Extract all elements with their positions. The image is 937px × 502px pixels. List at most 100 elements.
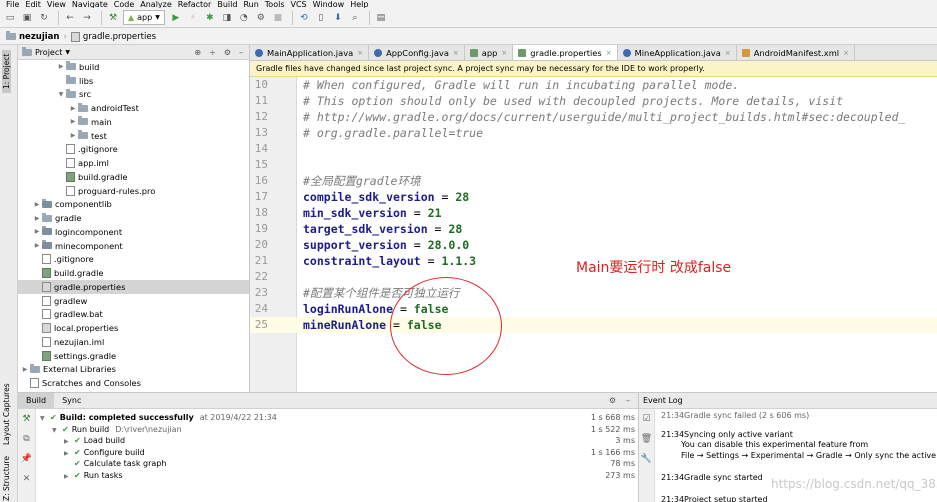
close-icon[interactable]: × — [501, 49, 507, 57]
profile-icon[interactable]: ◔ — [237, 11, 251, 25]
chevron-right-icon[interactable]: ▶ — [68, 105, 78, 112]
tree-item[interactable]: proguard-rules.pro — [18, 184, 249, 198]
build-tree-row[interactable]: ▶ ✔ Load build 3 ms — [36, 435, 639, 447]
wrench-icon[interactable]: 🔧 — [639, 449, 654, 469]
sync-icon[interactable]: ↻ — [37, 11, 51, 25]
chevron-right-icon[interactable]: ▶ — [32, 201, 42, 208]
tree-item[interactable]: build.gradle — [18, 266, 249, 280]
save-icon[interactable]: ▣ — [20, 11, 34, 25]
editor-tab[interactable]: AppConfig.java × — [369, 45, 465, 60]
menu-item-analyze[interactable]: Analyze — [140, 1, 172, 9]
tab-sync[interactable]: Sync — [54, 393, 89, 409]
pin-icon[interactable]: 📌 — [18, 449, 35, 469]
chevron-right-icon[interactable]: ▶ — [56, 63, 66, 70]
tree-item[interactable]: ▶ minecomponent — [18, 239, 249, 253]
hide-panel-icon[interactable]: – — [626, 396, 630, 405]
attach-debugger-icon[interactable]: ⚙ — [254, 11, 268, 25]
project-tool-tab[interactable]: 1: Project — [2, 49, 11, 93]
tree-item[interactable]: libs — [18, 74, 249, 88]
editor-tab[interactable]: app × — [465, 45, 514, 60]
chevron-right-icon[interactable]: ▶ — [68, 118, 78, 125]
code-editor[interactable]: 10 # When configured, Gradle will run in … — [250, 77, 937, 392]
tree-item[interactable]: settings.gradle — [18, 349, 249, 363]
build-tree-row[interactable]: ▼ ✔ Build: completed successfully at 2019/4… — [36, 412, 639, 424]
menu-item-navigate[interactable]: Navigate — [72, 1, 108, 9]
sdk-manager-icon[interactable]: ⬇ — [331, 11, 345, 25]
close-icon[interactable]: × — [357, 49, 363, 57]
menu-item-run[interactable]: Run — [243, 1, 258, 9]
gradle-sync-icon[interactable]: ⟲ — [297, 11, 311, 25]
run-icon[interactable]: ▶ — [169, 11, 183, 25]
tree-item[interactable]: gradle.properties — [18, 280, 249, 294]
tree-item[interactable]: gradlew.bat — [18, 308, 249, 322]
tree-item[interactable]: ▶ External Libraries — [18, 363, 249, 377]
project-panel-title[interactable]: Project — [35, 48, 62, 57]
editor-tab[interactable]: AndroidManifest.xml × — [737, 45, 855, 60]
chevron-right-icon[interactable]: ▶ — [64, 471, 71, 483]
chevron-right-icon[interactable]: ▶ — [20, 366, 30, 373]
run-config-select[interactable]: ▲ app ▼ — [123, 10, 165, 25]
chevron-right-icon[interactable]: ▶ — [32, 242, 42, 249]
chevron-right-icon[interactable]: ▶ — [32, 228, 42, 235]
coverage-icon[interactable]: ◨ — [220, 11, 234, 25]
build-tree-row[interactable]: ✔ Calculate task graph 78 ms — [36, 458, 639, 470]
search-icon[interactable]: ⌕ — [348, 11, 362, 25]
tree-item[interactable]: local.properties — [18, 321, 249, 335]
toggle-view-icon[interactable]: ⧉ — [18, 429, 35, 449]
avd-manager-icon[interactable]: ▯ — [314, 11, 328, 25]
close-icon[interactable]: ✕ — [18, 469, 35, 489]
back-arrow-icon[interactable]: ← — [63, 11, 77, 25]
tree-item[interactable]: ▶ main — [18, 115, 249, 129]
apply-changes-icon[interactable]: ⚡ — [186, 11, 200, 25]
gear-icon[interactable]: ⚙ — [224, 48, 231, 57]
build-tree-row[interactable]: ▶ ✔ Configure build 1 s 166 ms — [36, 447, 639, 459]
tab-build[interactable]: Build — [18, 392, 55, 409]
hammer-icon[interactable]: ⚒ — [106, 11, 120, 25]
close-icon[interactable]: × — [725, 49, 731, 57]
menu-item-build[interactable]: Build — [217, 1, 237, 9]
chevron-down-icon[interactable]: ▼ — [65, 49, 70, 56]
build-tree-row[interactable]: ▶ ✔ Run tasks 273 ms — [36, 470, 639, 482]
layout-inspector-icon[interactable]: ▤ — [374, 11, 388, 25]
editor-tab[interactable]: gradle.properties × — [513, 45, 618, 60]
breadcrumb-project[interactable]: nezujian — [6, 31, 59, 42]
build-tree-row[interactable]: ▼ ✔ Run build D:\river\nezujian 1 s 522 ms — [36, 424, 639, 436]
debug-icon[interactable]: ✱ — [203, 11, 217, 25]
menu-item-help[interactable]: Help — [350, 1, 368, 9]
close-icon[interactable]: × — [606, 49, 612, 57]
tree-item[interactable]: ▶ build — [18, 60, 249, 74]
editor-tab[interactable]: MineApplication.java × — [618, 45, 737, 60]
tree-item[interactable]: ▶ test — [18, 129, 249, 143]
hammer-icon[interactable]: ⚒ — [18, 409, 35, 429]
tree-item[interactable]: ▶ logincomponent — [18, 225, 249, 239]
chevron-right-icon[interactable]: ▶ — [32, 215, 42, 222]
hide-panel-icon[interactable]: – — [239, 48, 243, 57]
forward-arrow-icon[interactable]: → — [80, 11, 94, 25]
open-folder-icon[interactable]: ▭ — [3, 11, 17, 25]
editor-tab[interactable]: MainApplication.java × — [250, 45, 370, 60]
locate-icon[interactable]: ⊕ — [194, 48, 201, 57]
tree-item[interactable]: app.iml — [18, 156, 249, 170]
breadcrumb-file[interactable]: gradle.properties — [70, 31, 156, 42]
menu-item-code[interactable]: Code — [114, 1, 134, 9]
tree-item[interactable]: build.gradle — [18, 170, 249, 184]
close-icon[interactable]: × — [843, 49, 849, 57]
menu-item-tools[interactable]: Tools — [265, 1, 285, 9]
menu-item-vcs[interactable]: VCS — [291, 1, 307, 9]
chevron-down-icon[interactable]: ▼ — [56, 91, 66, 98]
chevron-right-icon[interactable]: ▶ — [68, 132, 78, 139]
menu-item-window[interactable]: Window — [313, 1, 345, 9]
close-icon[interactable]: × — [453, 49, 459, 57]
tree-item[interactable]: ▶ gradle — [18, 211, 249, 225]
tree-item[interactable]: ▼ src — [18, 88, 249, 102]
menu-item-view[interactable]: View — [47, 1, 66, 9]
tree-item[interactable]: nezujian.iml — [18, 335, 249, 349]
gear-icon[interactable]: ⚙ — [609, 396, 616, 405]
stop-icon[interactable]: ■ — [271, 11, 285, 25]
tree-item[interactable]: Scratches and Consoles — [18, 376, 249, 390]
tree-item[interactable]: .gitignore — [18, 143, 249, 157]
tree-item[interactable]: gradlew — [18, 294, 249, 308]
mark-read-icon[interactable]: ☑ — [639, 409, 654, 429]
menu-item-edit[interactable]: Edit — [25, 1, 41, 9]
trash-icon[interactable]: 🗑 — [639, 429, 654, 449]
